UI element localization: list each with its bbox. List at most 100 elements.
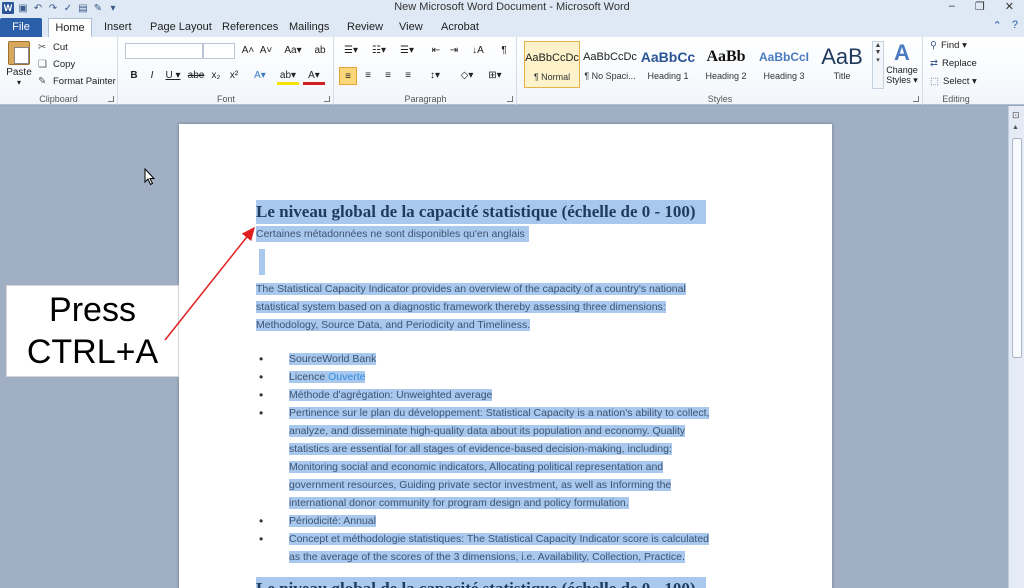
copy-button[interactable]: ❏ Copy [38,56,75,72]
superscript-button[interactable]: x² [225,67,243,85]
title-bar: W ▣ ↶ ↷ ✓ ▤ ✎ ▾ New Microsoft Word Docum… [0,0,1024,16]
cut-button[interactable]: ✂ Cut [38,39,68,55]
subscript-button[interactable]: x₂ [207,67,225,85]
document-heading: Le niveau global de la capacité statisti… [256,200,706,224]
minimize-ribbon-icon[interactable]: ⌃ [993,19,1002,32]
numbering-button[interactable]: ☷▾ [367,42,391,60]
format-painter-icon: ✎ [38,75,47,87]
tab-acrobat[interactable]: Acrobat [441,18,479,37]
close-button[interactable]: ✕ [1005,0,1014,13]
tab-file[interactable]: File [0,18,42,37]
list-item: Licence Ouverte [259,368,759,386]
group-editing: ⚲ Find ▾ ⇄ Replace ⬚ Select ▾ Editing [924,37,988,105]
list-item: Méthode d'agrégation: Unweighted average [259,386,759,404]
line-spacing-button[interactable]: ↕▾ [423,67,447,85]
license-link[interactable]: Ouverte [328,371,365,383]
decrease-indent-button[interactable]: ⇤ [427,42,445,60]
document-page[interactable]: Le niveau global de la capacité statisti… [179,124,832,588]
tab-mailings[interactable]: Mailings [289,18,329,37]
shrink-font-button[interactable]: A˅ [257,42,275,60]
view-ruler-icon[interactable]: ⊡ [1012,110,1022,120]
find-button[interactable]: ⚲ Find ▾ [930,40,967,51]
callout-line-1: Press [49,291,136,329]
replace-button[interactable]: ⇄ Replace [930,58,977,69]
group-label-font: Font [216,94,235,104]
align-right-button[interactable]: ≡ [379,67,397,85]
ribbon: Paste ▾ ✂ Cut ❏ Copy ✎ Format Painter Cl… [0,37,1024,105]
scroll-up-icon[interactable]: ▲ [1012,124,1019,131]
tab-insert[interactable]: Insert [104,18,132,37]
highlight-button[interactable]: ab▾ [277,67,299,85]
grow-font-button[interactable]: A˄ [239,42,257,60]
tab-review[interactable]: Review [347,18,383,37]
format-painter-button[interactable]: ✎ Format Painter [38,73,116,89]
tab-references[interactable]: References [222,18,278,37]
styles-gallery-scroll[interactable]: ▲ ▼ ▾ [872,41,884,89]
mouse-pointer-icon [144,168,156,186]
scissors-icon: ✂ [38,41,47,53]
binoculars-icon: ⚲ [930,40,937,51]
paste-button[interactable]: Paste ▾ [4,41,34,89]
callout-line-2: CTRL+A [26,333,159,371]
underline-button[interactable]: U ▾ [161,67,185,85]
style-no-spacing[interactable]: AaBbCcDc ¶ No Spaci... [582,41,638,88]
clipboard-launcher-icon[interactable] [108,96,114,102]
empty-paragraph-selection [259,249,265,275]
strikethrough-button[interactable]: abe [187,67,205,85]
style-normal[interactable]: AaBbCcDc ¶ Normal [524,41,580,88]
paragraph-launcher-icon[interactable] [507,96,513,102]
document-heading-repeat: Le niveau global de la capacité statisti… [256,577,706,588]
group-label-styles: Styles [707,94,733,104]
replace-icon: ⇄ [930,58,938,69]
text-effects-button[interactable]: A▾ [251,67,269,85]
styles-gallery: AaBbCcDc ¶ Normal AaBbCcDc ¶ No Spaci...… [522,41,874,89]
vertical-scrollbar[interactable]: ⊡ ▲ [1008,106,1024,588]
intro-paragraph: The Statistical Capacity Indicator provi… [256,283,686,331]
list-item: Pertinence sur le plan du développement:… [259,404,759,512]
bullets-button[interactable]: ☰▾ [339,42,363,60]
group-font: A˄ A˅ Aa▾ ab B I U ▾ abe x₂ x² A▾ ab▾ A▾… [119,37,334,105]
list-item: Périodicité: Annual [259,512,759,530]
ribbon-tabs: File Home Insert Page Layout References … [0,16,1024,37]
increase-indent-button[interactable]: ⇥ [445,42,463,60]
style-heading-3[interactable]: AaBbCcI Heading 3 [756,41,812,88]
select-icon: ⬚ [930,76,939,87]
justify-button[interactable]: ≡ [399,67,417,85]
multilevel-list-button[interactable]: ☰▾ [395,42,419,60]
shading-button[interactable]: ◇▾ [455,67,479,85]
style-heading-2[interactable]: AaBb Heading 2 [698,41,754,88]
metadata-note: Certaines métadonnées ne sont disponible… [256,226,529,242]
restore-button[interactable]: ❐ [975,0,985,13]
style-heading-1[interactable]: AaBbCc Heading 1 [640,41,696,88]
instruction-callout: Press CTRL+A [6,285,179,377]
font-launcher-icon[interactable] [324,96,330,102]
metadata-bullet-list: SourceWorld Bank Licence Ouverte Méthode… [259,350,759,566]
group-label-paragraph: Paragraph [404,94,447,104]
change-case-button[interactable]: Aa▾ [281,42,305,60]
window-title: New Microsoft Word Document - Microsoft … [394,1,630,13]
borders-button[interactable]: ⊞▾ [483,67,507,85]
italic-button[interactable]: I [143,67,161,85]
show-hide-button[interactable]: ¶ [495,42,513,60]
bold-button[interactable]: B [125,67,143,85]
align-left-button[interactable]: ≡ [339,67,357,85]
scrollbar-thumb[interactable] [1012,138,1022,358]
change-styles-icon: A [894,40,910,65]
sort-button[interactable]: ↓A [469,42,487,60]
font-size-input[interactable] [203,43,235,59]
font-name-input[interactable] [125,43,203,59]
change-styles-button[interactable]: A Change Styles ▾ [884,41,920,89]
styles-launcher-icon[interactable] [913,96,919,102]
tab-view[interactable]: View [399,18,423,37]
minimize-button[interactable]: – [949,0,955,13]
font-color-button[interactable]: A▾ [303,67,325,85]
align-center-button[interactable]: ≡ [359,67,377,85]
tab-home[interactable]: Home [48,18,92,37]
select-button[interactable]: ⬚ Select ▾ [930,76,977,87]
style-title[interactable]: AaB Title [814,41,870,88]
clear-formatting-button[interactable]: ab [311,42,329,60]
tab-page-layout[interactable]: Page Layout [150,18,212,37]
help-icon[interactable]: ? [1012,19,1018,32]
group-label-editing: Editing [942,94,970,104]
paste-dropdown-icon[interactable]: ▾ [4,78,34,87]
